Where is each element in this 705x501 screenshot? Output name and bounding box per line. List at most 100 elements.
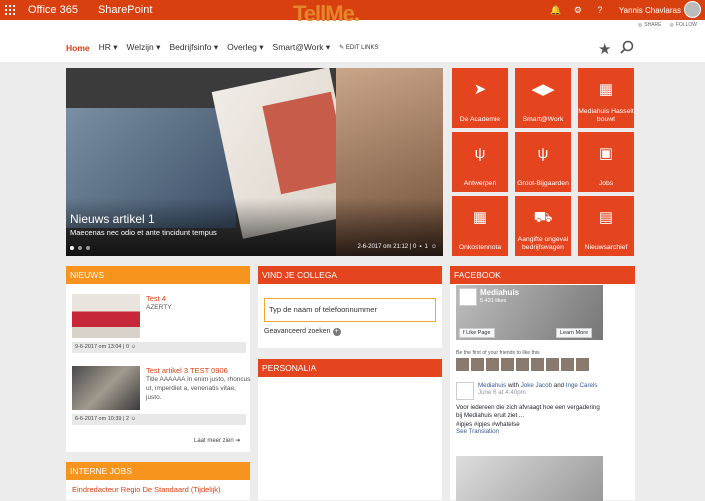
carousel-dot[interactable] xyxy=(86,246,90,250)
jobs-panel-title: INTERNE JOBS xyxy=(66,462,250,480)
post-author[interactable]: Mediahuis xyxy=(478,382,506,389)
avatar[interactable] xyxy=(531,358,544,371)
facebook-page-name[interactable]: Mediahuis xyxy=(480,288,519,297)
mediahuis-logo xyxy=(456,382,474,400)
hero-meta: 2-6-2017 om 21:12 | 0 ▪ 1 ☺ xyxy=(357,244,437,250)
arrow-right-icon: ➔ xyxy=(235,438,241,444)
tile-de-academie[interactable]: ➤ De Academie xyxy=(452,68,508,128)
tile-mediahuis-hasselt[interactable]: ▦ Mediahuis Hasselt bouwt xyxy=(578,68,634,128)
hero-title[interactable]: Nieuws artikel 1 xyxy=(70,212,155,226)
tile-onkostennota[interactable]: ▦ Onkostennota xyxy=(452,196,508,256)
calculator-icon: ▦ xyxy=(472,209,488,226)
personalia-panel-title: PERSONALIA xyxy=(258,359,442,377)
news-panel: NIEUWS Test 4 AZERTY 9-6-2017 om 13:04 |… xyxy=(66,266,251,452)
post-tagged-person[interactable]: Inge Carels xyxy=(566,382,598,389)
like-icon: ☺ xyxy=(130,344,137,350)
colleague-search-input[interactable]: Typ de naam of telefoonnummer xyxy=(264,298,436,322)
help-icon[interactable]: ? xyxy=(589,5,611,15)
facebook-panel-title: FACEBOOK xyxy=(450,266,635,284)
carousel-dots xyxy=(70,246,90,250)
archive-icon: ▤ xyxy=(598,209,614,226)
nav-item-home[interactable]: Home xyxy=(66,43,90,53)
tile-smartwork[interactable]: ◀▶ Smart@Work xyxy=(515,68,571,128)
news-thumbnail xyxy=(72,366,140,410)
cutlery-icon: ψ xyxy=(537,145,549,162)
news-item-desc: AZERTY xyxy=(146,304,172,311)
cutlery-icon: ψ xyxy=(474,145,486,162)
top-nav: Home HR ▾ Welzijn ▾ Bedrijfsinfo ▾ Overl… xyxy=(66,42,378,53)
comment-icon: ▪ xyxy=(419,244,422,250)
follow-icon: ◎ xyxy=(669,22,674,28)
share-button[interactable]: ◎ SHARE xyxy=(638,22,662,28)
news-item-title[interactable]: Test 4 xyxy=(146,294,166,303)
tile-jobs[interactable]: ▣ Jobs xyxy=(578,132,634,192)
nav-item-overleg[interactable]: Overleg ▾ xyxy=(227,42,263,53)
briefcase-icon: ▣ xyxy=(598,145,614,162)
carousel-dot[interactable] xyxy=(78,246,82,250)
news-thumbnail xyxy=(72,294,140,338)
see-translation-link[interactable]: See Translation xyxy=(456,428,499,435)
facebook-likes: 5.431 likes xyxy=(480,298,507,304)
car-icon: ⛟ xyxy=(533,209,553,226)
tile-nieuwsarchief[interactable]: ▤ Nieuwsarchief xyxy=(578,196,634,256)
avatar[interactable] xyxy=(501,358,514,371)
colleague-search-panel: VIND JE COLLEGA Typ de naam of telefoonn… xyxy=(258,266,442,348)
app-launcher-icon[interactable] xyxy=(0,0,20,20)
job-item[interactable]: Eindredacteur Regio De Standaard (Tijdel… xyxy=(72,485,221,494)
search-icon[interactable] xyxy=(620,40,634,54)
boxes-icon: ▦ xyxy=(598,81,614,98)
news-item-meta: 6-6-2017 om 10:39 | 2 ☺ xyxy=(72,414,246,425)
site-logo[interactable]: TellMe. xyxy=(293,1,373,31)
post-time: June 6 at 4:40pm xyxy=(478,389,526,396)
tile-groot-bijgaarden[interactable]: ψ Groot-Bijgaarden xyxy=(515,132,571,192)
like-icon: ☺ xyxy=(430,244,437,250)
facebook-friends-text: Be the first of your friends to like thi… xyxy=(456,350,540,356)
avatar[interactable] xyxy=(684,1,701,18)
like-page-button[interactable]: f Like Page xyxy=(459,328,495,338)
avatar[interactable] xyxy=(546,358,559,371)
follow-button[interactable]: ◎ FOLLOW xyxy=(670,22,698,28)
avatar[interactable] xyxy=(486,358,499,371)
learn-more-button[interactable]: Learn More xyxy=(556,328,593,338)
colleague-panel-title: VIND JE COLLEGA xyxy=(258,266,442,284)
bell-icon[interactable]: 🔔 xyxy=(545,5,567,16)
avatar[interactable] xyxy=(561,358,574,371)
post-tagged-person[interactable]: Joke Jacob xyxy=(521,382,552,389)
show-more-link[interactable]: Laat meer zien ➔ xyxy=(194,437,240,444)
paper-plane-icon: ➤ xyxy=(473,81,487,98)
avatar[interactable] xyxy=(516,358,529,371)
office365-link[interactable]: Office 365 xyxy=(28,4,78,16)
nav-item-bedrijfsinfo[interactable]: Bedrijfsinfo ▾ xyxy=(169,42,218,53)
hero-subtitle: Maecenas nec odio et ante tincidunt temp… xyxy=(70,228,217,237)
news-item-desc: Title AAAAAA In enim justo, rhoncus ut, … xyxy=(146,376,251,401)
user-name[interactable]: Yannis Chavlaras xyxy=(619,6,681,15)
nav-item-hr[interactable]: HR ▾ xyxy=(99,42,118,53)
facebook-icon: f xyxy=(463,330,465,336)
facebook-cover[interactable]: Mediahuis 5.431 likes f Like Page Learn … xyxy=(456,285,603,340)
facebook-panel: FACEBOOK Mediahuis 5.431 likes f Like Pa… xyxy=(450,266,635,501)
sharepoint-link[interactable]: SharePoint xyxy=(98,4,152,16)
tile-aangifte-ongeval[interactable]: ⛟ Aangifte ongeval bedrijfswagen xyxy=(515,196,571,256)
arrows-icon: ◀▶ xyxy=(531,81,555,98)
jobs-panel: INTERNE JOBS Eindredacteur Regio De Stan… xyxy=(66,462,250,500)
avatar[interactable] xyxy=(576,358,589,371)
edit-links[interactable]: ✎ EDIT LINKS xyxy=(339,44,378,51)
advanced-search-link[interactable]: Geavanceerd zoeken + xyxy=(264,328,341,336)
news-item-meta: 9-6-2017 om 13:04 | 0 ☺ xyxy=(72,342,246,353)
avatar[interactable] xyxy=(456,358,469,371)
news-item-title[interactable]: Test artikel 3 TEST 0906 xyxy=(146,366,228,375)
post-tags: #ipjes #ipjes #whatelse xyxy=(456,420,520,428)
like-icon: ☺ xyxy=(130,416,137,422)
avatar[interactable] xyxy=(471,358,484,371)
tile-antwerpen[interactable]: ψ Antwerpen xyxy=(452,132,508,192)
star-icon[interactable]: ★ xyxy=(598,40,611,58)
nav-item-welzijn[interactable]: Welzijn ▾ xyxy=(127,42,161,53)
post-text: Voor iedereen die zich afvraagt hoe een … xyxy=(456,404,600,420)
carousel-dot[interactable] xyxy=(70,246,74,250)
news-carousel[interactable]: Nieuws artikel 1 Maecenas nec odio et an… xyxy=(66,68,443,256)
nav-item-smartwork[interactable]: Smart@Work ▾ xyxy=(273,42,331,53)
facebook-friend-avatars xyxy=(456,358,589,371)
plus-circle-icon: + xyxy=(332,328,341,336)
gear-icon[interactable]: ⚙ xyxy=(567,5,589,16)
post-image[interactable] xyxy=(456,456,603,501)
